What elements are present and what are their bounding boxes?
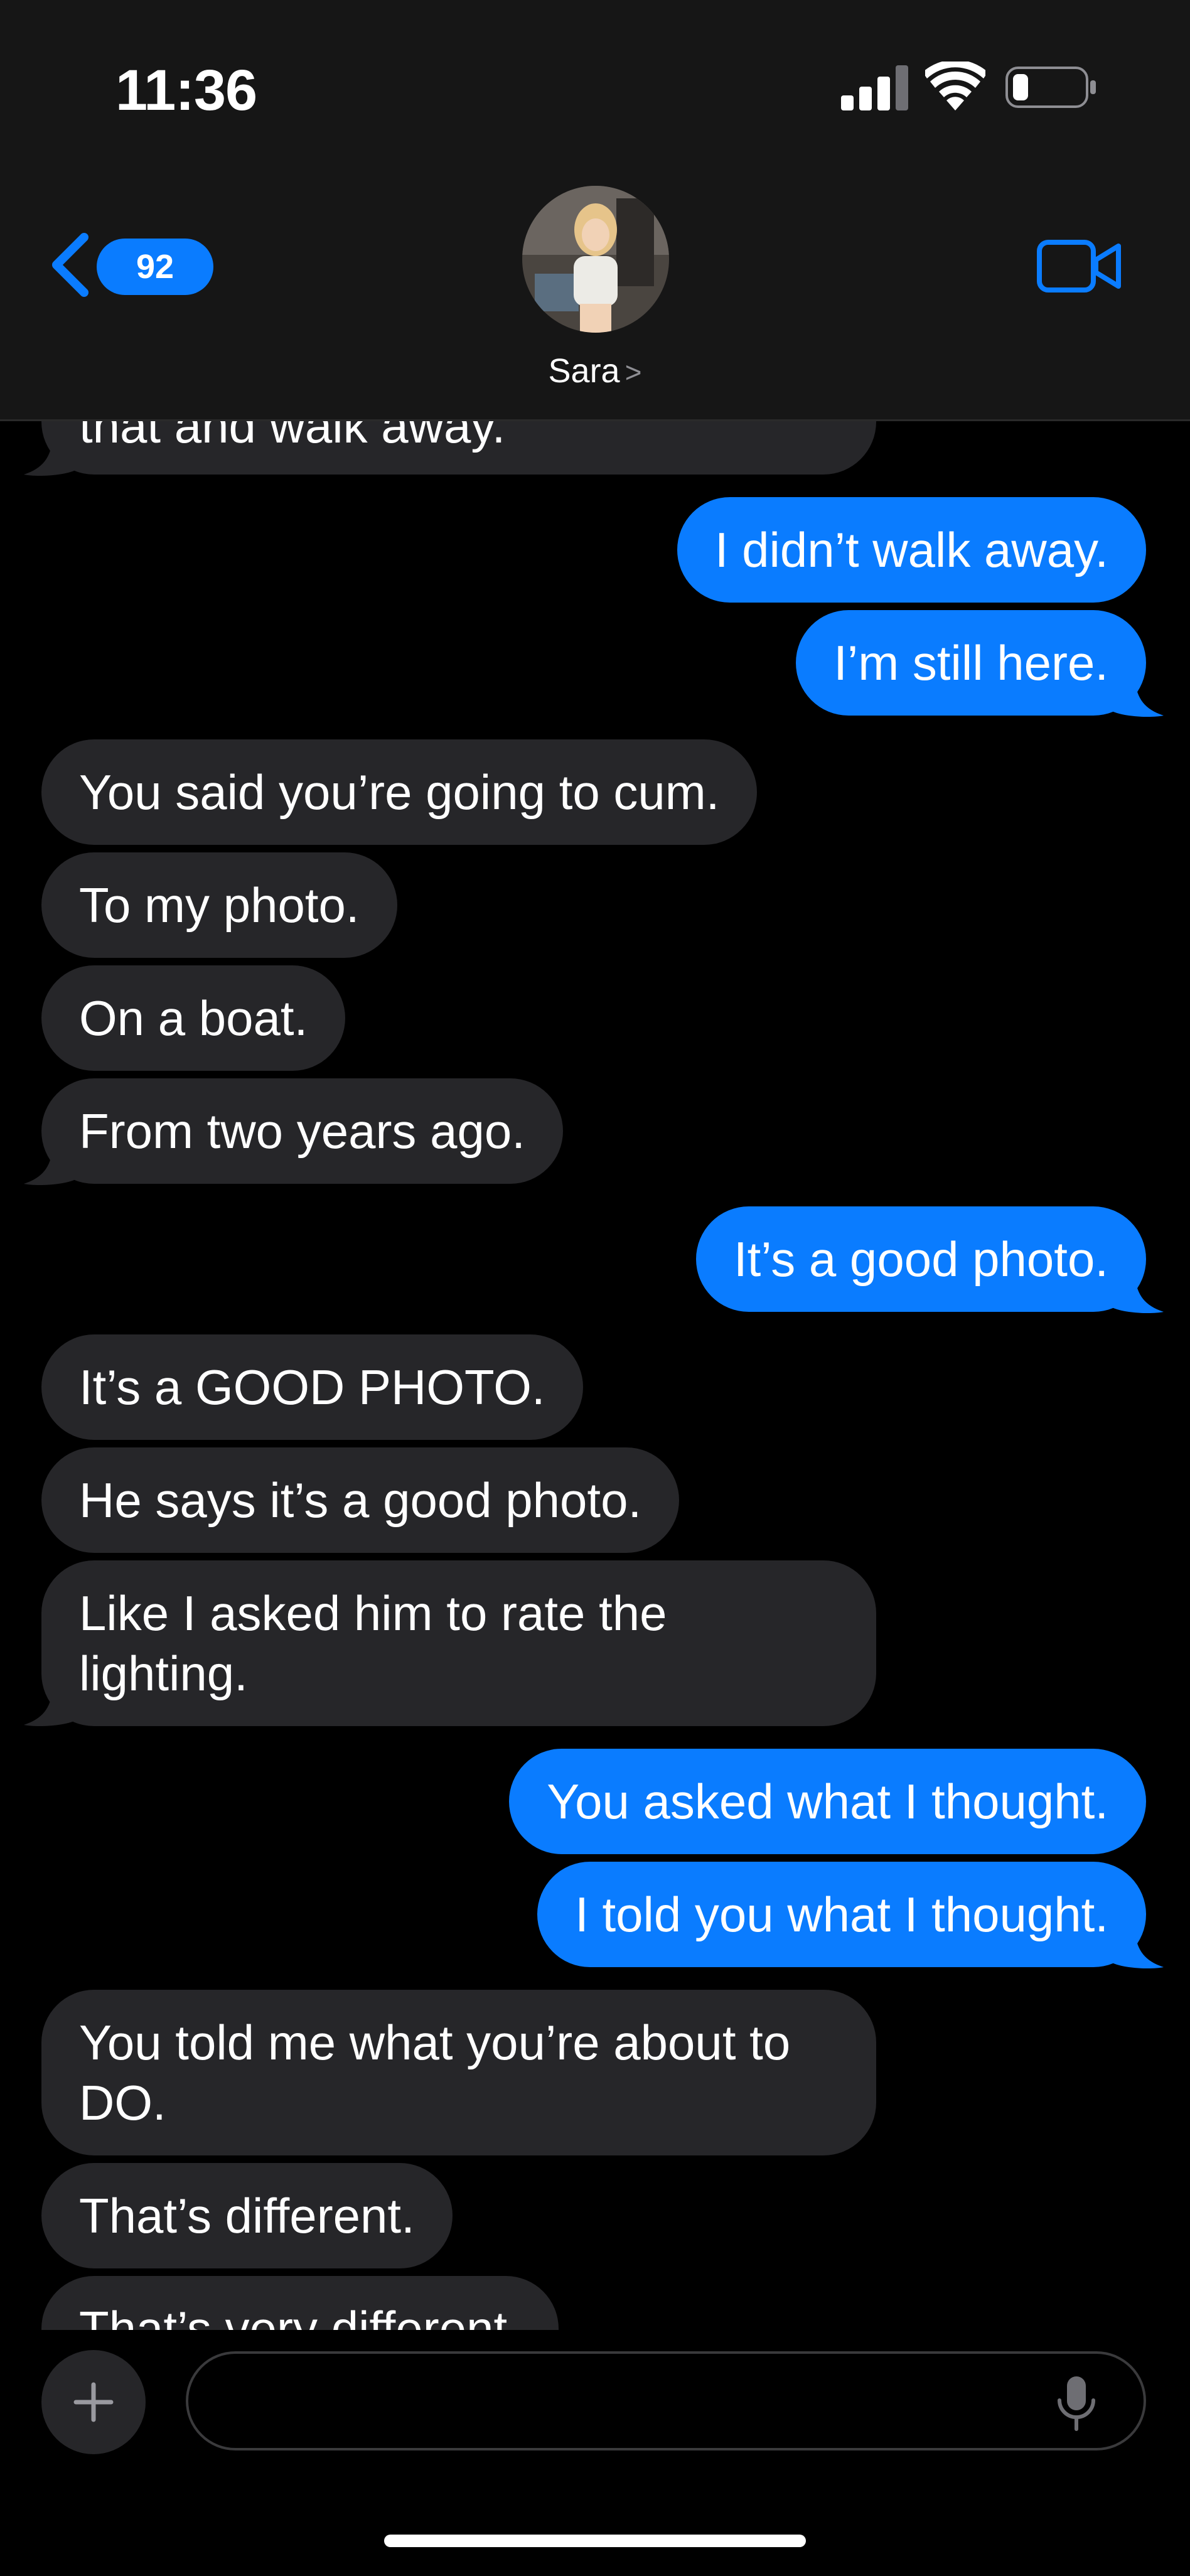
message-text: That’s very different.: [79, 2301, 521, 2330]
message-bubble-incoming[interactable]: To my photo.: [41, 852, 397, 958]
message-bubble-outgoing[interactable]: It’s a good photo.: [695, 1206, 1146, 1312]
bubble-tail: [24, 1149, 74, 1185]
message-text: It’s a GOOD PHOTO.: [79, 1360, 545, 1415]
message-text: It’s a good photo.: [733, 1232, 1108, 1287]
video-camera-icon[interactable]: [1037, 239, 1122, 294]
message-bubble-outgoing[interactable]: I told you what I thought.: [537, 1862, 1146, 1967]
unread-count-badge: 92: [97, 239, 213, 295]
avatar-photo: [522, 186, 669, 333]
message-text: That’s different.: [79, 2188, 415, 2243]
message-text: I’m still here.: [834, 635, 1108, 690]
plus-icon: [73, 2382, 114, 2422]
message-bubble-incoming[interactable]: That’s different.: [41, 2163, 453, 2268]
message-text: You said you’re going to cum.: [79, 765, 720, 820]
message-text: You told me what you’re about to DO.: [79, 2015, 791, 2130]
status-time: 11:36: [115, 58, 257, 122]
message-text: From two years ago.: [79, 1103, 525, 1159]
battery-icon: [1005, 67, 1096, 108]
bubble-tail: [1113, 680, 1164, 717]
message-bubble-incoming[interactable]: That’s very different.: [41, 2276, 559, 2330]
message-bubble-outgoing[interactable]: I didn’t walk away.: [677, 497, 1146, 603]
message-bubble-incoming[interactable]: On a boat.: [41, 965, 346, 1071]
add-attachment-button[interactable]: [41, 2350, 146, 2454]
contact-name-button[interactable]: Sara >: [0, 352, 1190, 390]
wifi-icon: [925, 62, 985, 110]
message-bubble-incoming[interactable]: You said you’re going to cum.: [41, 739, 758, 845]
bubble-tail: [1113, 1932, 1164, 1968]
conversation-header: 11:36 92 Sara >: [0, 0, 1190, 421]
message-bubble-incoming[interactable]: Like I asked him to rate the lighting.: [41, 1560, 876, 1726]
bubble-tail: [24, 439, 74, 476]
message-bubble-incoming[interactable]: It’s a GOOD PHOTO.: [41, 1334, 583, 1440]
bubble-tail: [24, 1690, 74, 1726]
home-indicator[interactable]: [384, 2535, 806, 2547]
message-text: To my photo.: [79, 877, 360, 933]
message-input[interactable]: [186, 2351, 1146, 2450]
message-bubble-incoming[interactable]: You told me what you’re about to DO.: [41, 1990, 876, 2155]
cellular-signal-icon: [841, 65, 908, 110]
contact-name: Sara: [548, 352, 620, 390]
message-bubble-incoming[interactable]: He says it’s a good photo.: [41, 1447, 680, 1553]
message-text: He says it’s a good photo.: [79, 1473, 642, 1528]
bubble-tail: [1113, 1277, 1164, 1313]
message-text: Like I asked him to rate the lighting.: [79, 1586, 667, 1701]
message-bubble-outgoing[interactable]: I’m still here.: [796, 610, 1146, 716]
chevron-right-icon: >: [624, 356, 642, 389]
message-text: I told you what I thought.: [575, 1887, 1108, 1942]
message-text: On a boat.: [79, 990, 308, 1046]
microphone-icon[interactable]: [1054, 2375, 1098, 2432]
chevron-left-icon: [52, 233, 88, 297]
message-text: I didn’t walk away.: [714, 522, 1108, 577]
message-bubble-incoming[interactable]: From two years ago.: [41, 1078, 563, 1184]
message-bubble-outgoing[interactable]: You asked what I thought.: [509, 1749, 1146, 1854]
message-text: You asked what I thought.: [547, 1774, 1108, 1829]
back-button[interactable]: 92: [48, 227, 213, 303]
contact-avatar[interactable]: [522, 186, 669, 333]
